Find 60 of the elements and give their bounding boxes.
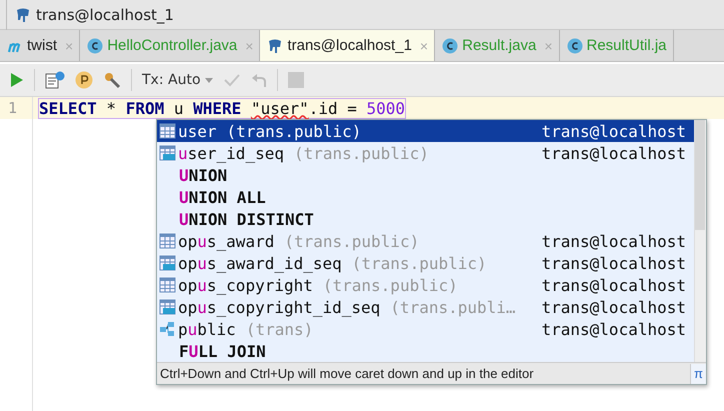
item-detail: (trans.publi… (390, 298, 516, 316)
stop-icon[interactable] (288, 72, 304, 88)
table-icon (159, 277, 176, 293)
item-name: opus_award_id_seq (178, 254, 342, 272)
completion-item[interactable]: UNION (157, 164, 694, 186)
editor-tab[interactable]: trans@localhost_1 × (260, 30, 436, 61)
item-detail: (trans.public) (322, 276, 458, 294)
class-icon (87, 38, 104, 54)
completion-item[interactable]: public (trans) trans@localhost (157, 318, 694, 340)
breadcrumb-label: trans@localhost_1 (36, 6, 174, 24)
item-source: trans@localhost (542, 122, 686, 140)
completion-item[interactable]: UNION ALL (157, 186, 694, 208)
item-detail: (trans.public) (284, 232, 420, 250)
class-icon (566, 38, 582, 54)
item-detail: (trans.public) (226, 122, 362, 140)
item-source: trans@localhost (542, 298, 686, 316)
item-source: trans@localhost (542, 320, 686, 338)
undo-icon[interactable] (250, 72, 267, 88)
item-source: trans@localhost (542, 144, 686, 162)
item-name: user_id_seq (178, 144, 284, 162)
history-icon[interactable] (45, 71, 65, 89)
item-detail: (trans.public) (294, 144, 429, 162)
item-source: trans@localhost (542, 254, 686, 272)
completion-item[interactable]: user_id_seq (trans.public) trans@localhost (157, 142, 694, 164)
caret-icon (204, 78, 213, 82)
item-name: opus_copyright (178, 276, 313, 294)
item-source: trans@localhost (542, 232, 686, 250)
line-number: 1 (0, 97, 32, 119)
pi-button[interactable]: π (690, 364, 706, 384)
hint-text: Ctrl+Down and Ctrl+Up will move caret down and up in the editor (160, 366, 535, 381)
schema-icon (159, 321, 176, 337)
item-name: user (178, 122, 217, 140)
completion-item[interactable]: UNION DISTINCT (157, 208, 694, 230)
class-icon (442, 38, 458, 54)
item-detail: (trans.public) (352, 254, 487, 272)
sequence-icon (159, 145, 176, 161)
item-name: UNION ALL (179, 188, 266, 206)
item-detail: (trans) (246, 320, 314, 338)
item-name: UNION DISTINCT (179, 210, 314, 228)
item-name: public (178, 320, 236, 338)
item-name: opus_award (178, 232, 274, 250)
completion-item[interactable]: FULL JOIN (157, 340, 694, 362)
sequence-icon (159, 299, 176, 315)
table-icon (159, 123, 176, 139)
completion-item[interactable]: user (trans.public) trans@localhost (157, 120, 694, 142)
sequence-icon (159, 255, 176, 271)
scrollbar[interactable] (694, 120, 706, 362)
completion-item[interactable]: opus_award_id_seq (trans.public) trans@localhost (157, 252, 694, 274)
item-name: opus_copyright_id_seq (178, 298, 380, 316)
p-icon[interactable] (75, 71, 93, 89)
completion-item[interactable]: opus_copyright (trans.public) trans@localhost (157, 274, 694, 296)
completion-item[interactable]: opus_copyright_id_seq (trans.publi… trans@localhost (157, 296, 694, 318)
run-icon[interactable] (10, 72, 24, 88)
item-source: trans@localhost (542, 276, 686, 294)
completion-item[interactable]: opus_award (trans.public) trans@localhost (157, 230, 694, 252)
item-name: UNION (179, 166, 228, 184)
table-icon (159, 233, 176, 249)
item-name: FULL JOIN (179, 342, 266, 360)
transaction-dropdown[interactable]: Tx: Auto (142, 72, 213, 88)
check-icon[interactable] (222, 72, 241, 88)
